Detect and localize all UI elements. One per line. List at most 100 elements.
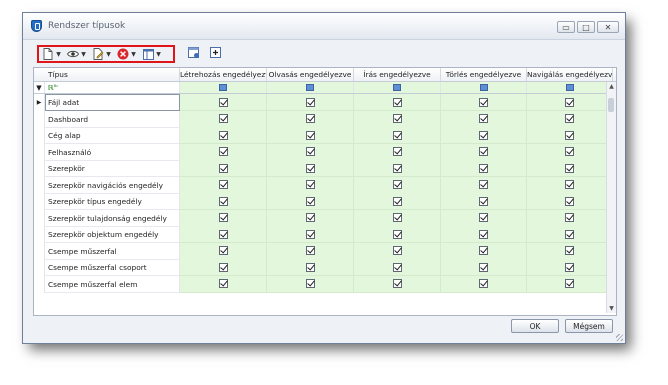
checked-checkbox[interactable] — [479, 213, 488, 222]
permission-cell[interactable] — [354, 209, 441, 227]
column-header-navigate[interactable]: Navigálás engedélyezve — [527, 68, 613, 81]
permission-cell[interactable] — [180, 275, 267, 293]
checked-checkbox[interactable] — [565, 97, 574, 107]
permission-cell[interactable] — [441, 160, 527, 177]
checked-checkbox[interactable] — [218, 97, 228, 107]
column-header-write[interactable]: Írás engedélyezve — [354, 68, 441, 81]
row-indicator[interactable] — [34, 226, 45, 243]
grid-settings-icon[interactable] — [187, 46, 201, 60]
permission-cell[interactable] — [180, 143, 267, 161]
checked-checkbox[interactable] — [218, 279, 228, 288]
edit-dropdown-arrow[interactable]: ▼ — [105, 51, 112, 58]
checked-checkbox[interactable] — [218, 130, 228, 140]
permission-cell[interactable] — [267, 209, 354, 227]
add-frame-icon[interactable] — [209, 46, 223, 60]
checked-checkbox[interactable] — [565, 262, 574, 272]
permission-cell[interactable] — [527, 160, 613, 177]
checked-checkbox[interactable] — [218, 114, 228, 123]
permission-cell[interactable] — [267, 259, 354, 276]
table-row[interactable]: Szerepkör navigációs engedély — [34, 176, 616, 194]
row-type-name[interactable]: Csempe műszerfal — [45, 242, 180, 260]
permission-cell[interactable] — [441, 143, 527, 161]
permission-cell[interactable] — [180, 242, 267, 260]
permission-cell[interactable] — [354, 94, 441, 111]
permission-cell[interactable] — [267, 110, 354, 128]
row-type-name[interactable]: Szerepkör navigációs engedély — [45, 176, 180, 194]
permission-cell[interactable] — [441, 110, 527, 128]
filter-read-cell[interactable] — [267, 82, 354, 93]
table-row[interactable]: Szerepkör objektum engedély — [34, 226, 616, 243]
checked-checkbox[interactable] — [392, 262, 402, 272]
filter-checkbox-icon[interactable] — [306, 84, 314, 91]
permission-cell[interactable] — [441, 127, 527, 144]
checked-checkbox[interactable] — [479, 246, 488, 255]
checked-checkbox[interactable] — [392, 246, 402, 255]
maximize-button[interactable]: □ — [577, 21, 595, 33]
checked-checkbox[interactable] — [479, 180, 488, 189]
table-row[interactable]: Csempe műszerfal elem — [34, 275, 616, 293]
ok-button[interactable]: OK — [511, 319, 559, 333]
permission-cell[interactable] — [354, 176, 441, 194]
column-header-read[interactable]: Olvasás engedélyezve — [267, 68, 354, 81]
checked-checkbox[interactable] — [305, 97, 315, 107]
checked-checkbox[interactable] — [392, 279, 402, 288]
permission-cell[interactable] — [267, 127, 354, 144]
filter-checkbox-icon[interactable] — [219, 84, 227, 91]
checked-checkbox[interactable] — [392, 147, 402, 156]
permission-cell[interactable] — [354, 259, 441, 276]
row-indicator[interactable] — [34, 242, 45, 260]
scroll-down-arrow[interactable]: ▼ — [607, 304, 616, 313]
columns-dropdown-arrow[interactable]: ▼ — [155, 51, 162, 58]
row-indicator[interactable]: ▶ — [34, 94, 45, 111]
row-type-name[interactable]: Szerepkör tulajdonság engedély — [45, 209, 180, 227]
checked-checkbox[interactable] — [392, 97, 402, 107]
permission-cell[interactable] — [354, 110, 441, 128]
row-type-name[interactable]: Szerepkör típus engedély — [45, 193, 180, 210]
permission-cell[interactable] — [267, 193, 354, 210]
permission-cell[interactable] — [267, 242, 354, 260]
table-row[interactable]: Csempe műszerfal csoport — [34, 259, 616, 276]
checked-checkbox[interactable] — [305, 180, 315, 189]
permission-cell[interactable] — [354, 193, 441, 210]
checked-checkbox[interactable] — [565, 279, 574, 288]
checked-checkbox[interactable] — [305, 279, 315, 288]
permission-cell[interactable] — [180, 209, 267, 227]
permission-cell[interactable] — [527, 242, 613, 260]
checked-checkbox[interactable] — [218, 246, 228, 255]
checked-checkbox[interactable] — [305, 229, 315, 239]
permission-cell[interactable] — [527, 209, 613, 227]
permission-cell[interactable] — [180, 259, 267, 276]
checked-checkbox[interactable] — [565, 229, 574, 239]
row-indicator[interactable] — [34, 259, 45, 276]
filter-create-cell[interactable] — [180, 82, 267, 93]
permission-cell[interactable] — [180, 176, 267, 194]
checked-checkbox[interactable] — [218, 213, 228, 222]
permission-cell[interactable] — [441, 193, 527, 210]
table-row[interactable]: Csempe műszerfal — [34, 242, 616, 260]
permission-cell[interactable] — [354, 143, 441, 161]
row-type-name[interactable]: Csempe műszerfal csoport — [45, 259, 180, 276]
permission-cell[interactable] — [527, 259, 613, 276]
permission-cell[interactable] — [267, 160, 354, 177]
column-header-tipus[interactable]: Típus — [45, 68, 180, 81]
row-indicator[interactable] — [34, 209, 45, 227]
table-row[interactable]: Szerepkör — [34, 160, 616, 177]
scroll-thumb[interactable] — [608, 98, 614, 112]
table-row[interactable]: Szerepkör tulajdonság engedély — [34, 209, 616, 227]
permission-cell[interactable] — [441, 176, 527, 194]
permission-cell[interactable] — [441, 94, 527, 111]
permission-cell[interactable] — [267, 275, 354, 293]
filter-checkbox-icon[interactable] — [393, 84, 401, 91]
columns-icon[interactable] — [142, 48, 154, 60]
permission-cell[interactable] — [441, 209, 527, 227]
checked-checkbox[interactable] — [218, 229, 228, 239]
scroll-up-arrow[interactable]: ▲ — [607, 82, 616, 91]
table-row[interactable]: ▶ Fájl adat — [34, 94, 616, 111]
minimize-button[interactable]: ▭ — [557, 21, 575, 33]
row-type-name[interactable]: Szerepkör objektum engedély — [45, 226, 180, 243]
new-document-icon[interactable] — [42, 48, 54, 60]
checked-checkbox[interactable] — [218, 163, 228, 173]
permission-cell[interactable] — [527, 110, 613, 128]
checked-checkbox[interactable] — [392, 114, 402, 123]
permission-cell[interactable] — [441, 242, 527, 260]
